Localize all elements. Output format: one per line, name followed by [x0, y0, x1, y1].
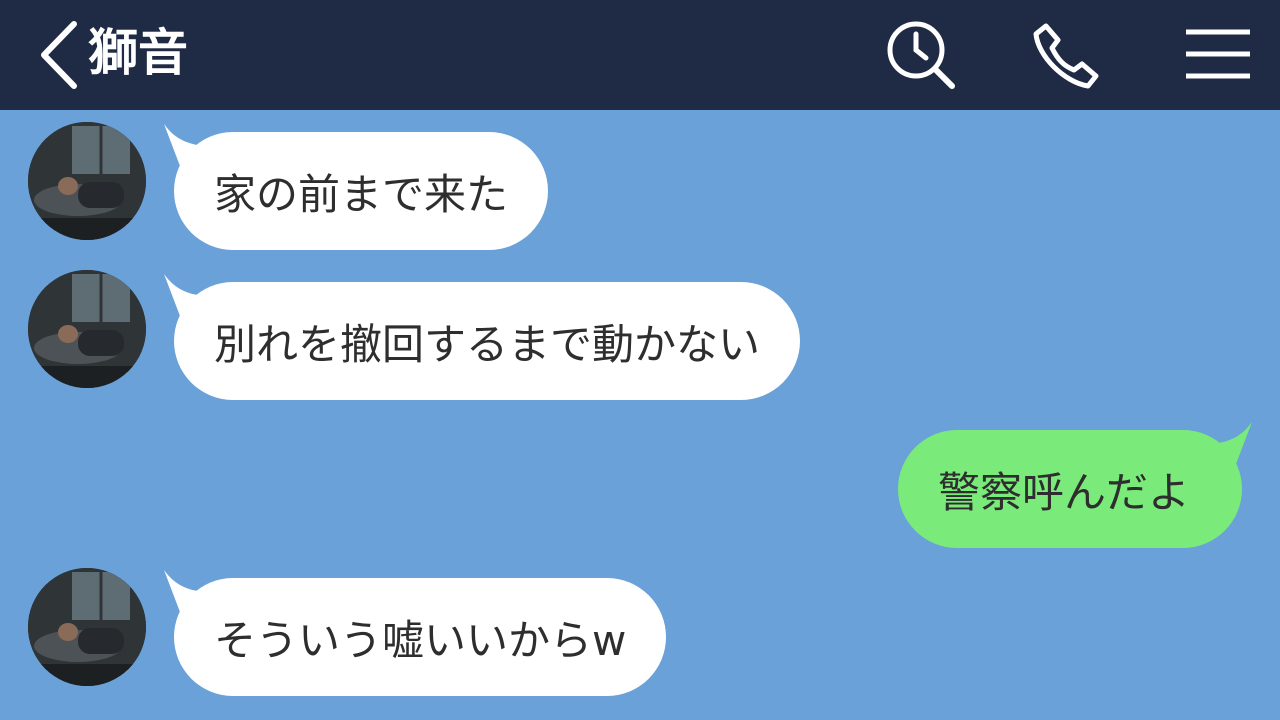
chevron-left-icon[interactable] — [34, 18, 84, 92]
message-bubble-incoming[interactable]: 家の前まで来た — [174, 132, 549, 250]
chat-header: 獅音 — [0, 0, 1280, 110]
avatar-photo — [28, 270, 146, 388]
message-bubble-incoming[interactable]: そういう嘘いいからw — [174, 578, 667, 696]
message-bubble-incoming[interactable]: 別れを撤回するまで動かない — [174, 282, 801, 400]
avatar[interactable] — [28, 270, 146, 388]
message-text: 警察呼んだよ — [938, 467, 1191, 517]
hamburger-menu-icon[interactable] — [1182, 20, 1254, 90]
message-text: そういう嘘いいからw — [214, 615, 627, 665]
avatar-photo — [28, 568, 146, 686]
avatar-photo — [28, 122, 146, 240]
message-text: 別れを撤回するまで動かない — [214, 319, 761, 369]
chat-title: 獅音 — [88, 24, 188, 82]
message-text: 家の前まで来た — [214, 169, 509, 219]
clock-search-icon[interactable] — [884, 20, 956, 90]
avatar[interactable] — [28, 122, 146, 240]
phone-icon[interactable] — [1030, 20, 1102, 90]
message-bubble-outgoing[interactable]: 警察呼んだよ — [898, 430, 1242, 548]
avatar[interactable] — [28, 568, 146, 686]
